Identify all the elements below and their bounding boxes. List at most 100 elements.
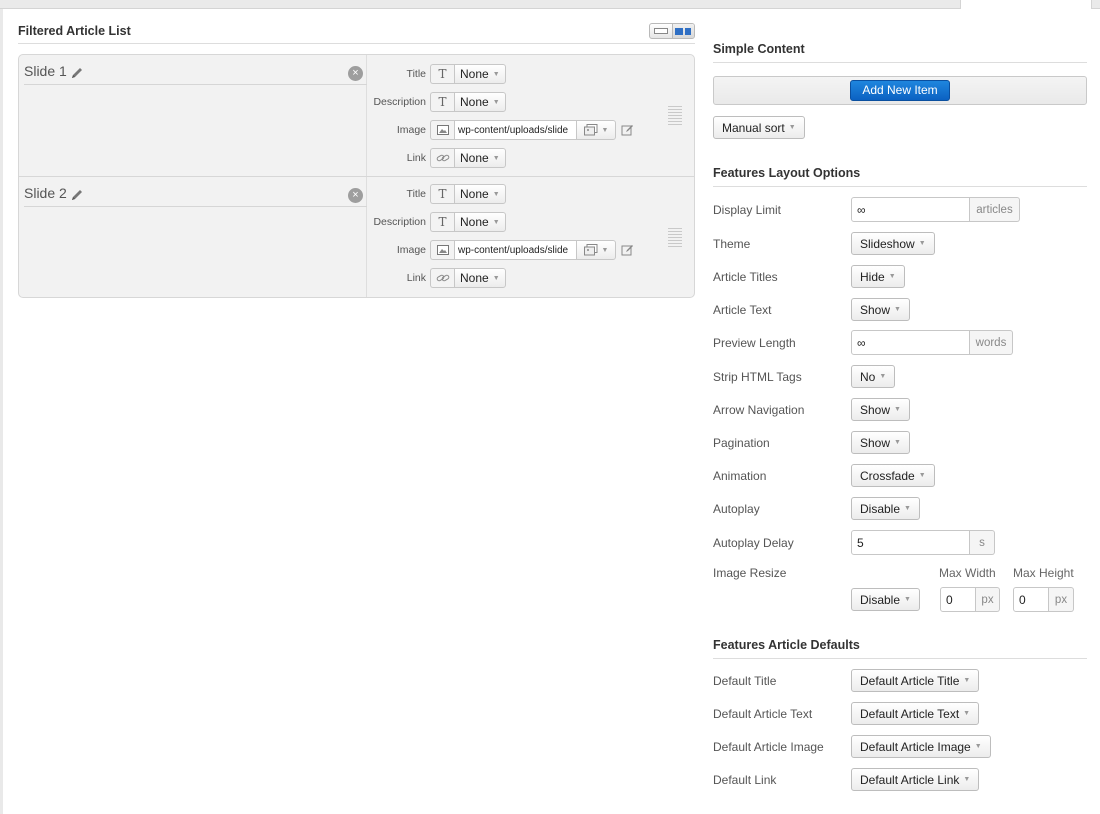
preview-length-label: Preview Length [713,336,796,350]
max-width-input[interactable]: 0 [940,587,976,612]
image-resize-value: Disable [860,592,901,607]
animation-select[interactable]: Crossfade ▼ [851,464,935,487]
slide-title[interactable]: Slide 1 [24,63,67,79]
image-path-input[interactable]: wp-content/uploads/slide [454,240,576,260]
drag-handle[interactable] [668,106,682,126]
default-image-select[interactable]: Default Article Image ▼ [851,735,991,758]
article-text-label: Article Text [713,303,772,317]
strip-html-select[interactable]: No ▼ [851,365,896,388]
remove-slide-icon[interactable]: × [348,188,363,203]
article-text-value: Show [860,302,891,317]
title-select[interactable]: None ▼ [454,64,506,84]
default-link-select[interactable]: Default Article Link ▼ [851,768,980,791]
caret-down-icon: ▼ [879,373,887,380]
description-select[interactable]: None ▼ [454,92,506,112]
description-select-value: None [460,215,489,229]
max-width-label: Max Width [939,566,996,580]
display-limit-unit: articles [970,197,1020,222]
image-field-row: Image wp-content/uploads/slide ▼ [367,239,634,261]
image-field-row: Image wp-content/uploads/slide ▼ [367,119,634,141]
remove-slide-icon[interactable]: × [348,66,363,81]
pencil-icon[interactable] [70,66,84,80]
arrow-navigation-select[interactable]: Show ▼ [851,398,910,421]
default-text-select[interactable]: Default Article Text ▼ [851,702,980,725]
max-height-unit: px [1049,587,1074,612]
article-titles-label: Article Titles [713,270,778,284]
link-field-row: Link None ▼ [367,147,506,169]
title-select-value: None [460,187,489,201]
manual-sort-button[interactable]: Manual sort ▼ [713,116,805,139]
slide-item[interactable]: Slide 1 × Title T None ▼ Description T No… [19,55,694,176]
autoplay-delay-label: Autoplay Delay [713,536,794,550]
caret-down-icon: ▼ [894,306,901,313]
max-height-input[interactable]: 0 [1013,587,1049,612]
caret-down-icon: ▼ [492,190,500,198]
article-titles-select[interactable]: Hide ▼ [851,265,905,288]
article-text-select[interactable]: Show ▼ [851,298,910,321]
theme-value: Slideshow [860,236,915,251]
caret-down-icon: ▼ [492,274,500,282]
image-picker-button[interactable]: ▼ [576,240,616,260]
default-link-value: Default Article Link [860,772,960,787]
filtered-article-list-panel: Filtered Article List Slide 1 × Title T … [18,20,695,298]
top-bar [0,0,1100,9]
slide-title[interactable]: Slide 2 [24,185,67,201]
title-select[interactable]: None ▼ [454,184,506,204]
caret-down-icon: ▼ [492,70,500,78]
caret-down-icon: ▼ [974,743,982,750]
autoplay-value: Disable [860,501,901,516]
display-limit-input[interactable]: ∞ [851,197,970,222]
link-field-row: Link None ▼ [367,267,506,289]
autoplay-select[interactable]: Disable ▼ [851,497,920,520]
detail-view-button[interactable] [671,24,694,38]
link-select[interactable]: None ▼ [454,268,506,288]
top-tab[interactable] [960,0,1092,9]
arrow-navigation-value: Show [860,402,891,417]
strip-html-value: No [860,369,876,384]
pagination-select[interactable]: Show ▼ [851,431,910,454]
image-resize-select[interactable]: Disable ▼ [851,588,920,611]
pencil-icon[interactable] [70,188,84,202]
panel-title: Filtered Article List [18,24,131,38]
image-type-icon [430,240,454,260]
link-select[interactable]: None ▼ [454,148,506,168]
default-title-select[interactable]: Default Article Title ▼ [851,669,980,692]
description-field-label: Description [373,96,426,108]
caret-down-icon: ▼ [918,240,926,247]
default-image-value: Default Article Image [860,739,971,754]
theme-select[interactable]: Slideshow ▼ [851,232,935,255]
default-text-value: Default Article Text [860,706,960,721]
edit-image-icon[interactable] [621,124,634,137]
description-field-label: Description [373,216,426,228]
caret-down-icon: ▼ [788,124,796,131]
default-link-label: Default Link [713,773,777,787]
list-view-icon [653,28,668,34]
add-new-item-button[interactable]: Add New Item [850,80,950,101]
title-select-value: None [460,67,489,81]
caret-down-icon: ▼ [492,154,500,162]
slide-title-bar: Slide 2 × [24,181,367,207]
description-select[interactable]: None ▼ [454,212,506,232]
caret-down-icon: ▼ [963,677,971,684]
drag-handle[interactable] [668,228,682,248]
arrow-navigation-label: Arrow Navigation [713,403,805,417]
slide-item[interactable]: Slide 2 × Title T None ▼ Description T No… [19,176,694,297]
title-field-row: Title T None ▼ [367,63,506,85]
animation-value: Crossfade [860,468,915,483]
image-path-input[interactable]: wp-content/uploads/slide [454,120,576,140]
caret-down-icon: ▼ [888,273,896,280]
link-field-label: Link [406,152,426,164]
title-field-label: Title [406,68,426,80]
detail-view-icon [675,27,692,35]
panel-header: Filtered Article List [18,20,695,44]
slide-fields: Title T None ▼ Description T None ▼ Image … [367,55,694,176]
list-view-button[interactable] [650,24,672,38]
edit-image-icon[interactable] [621,244,634,257]
preview-length-input[interactable]: ∞ [851,330,970,355]
autoplay-delay-unit: s [970,530,995,555]
caret-down-icon: ▼ [963,776,971,783]
pagination-value: Show [860,435,891,450]
link-field-label: Link [406,272,426,284]
autoplay-delay-input[interactable]: 5 [851,530,970,555]
image-picker-button[interactable]: ▼ [576,120,616,140]
